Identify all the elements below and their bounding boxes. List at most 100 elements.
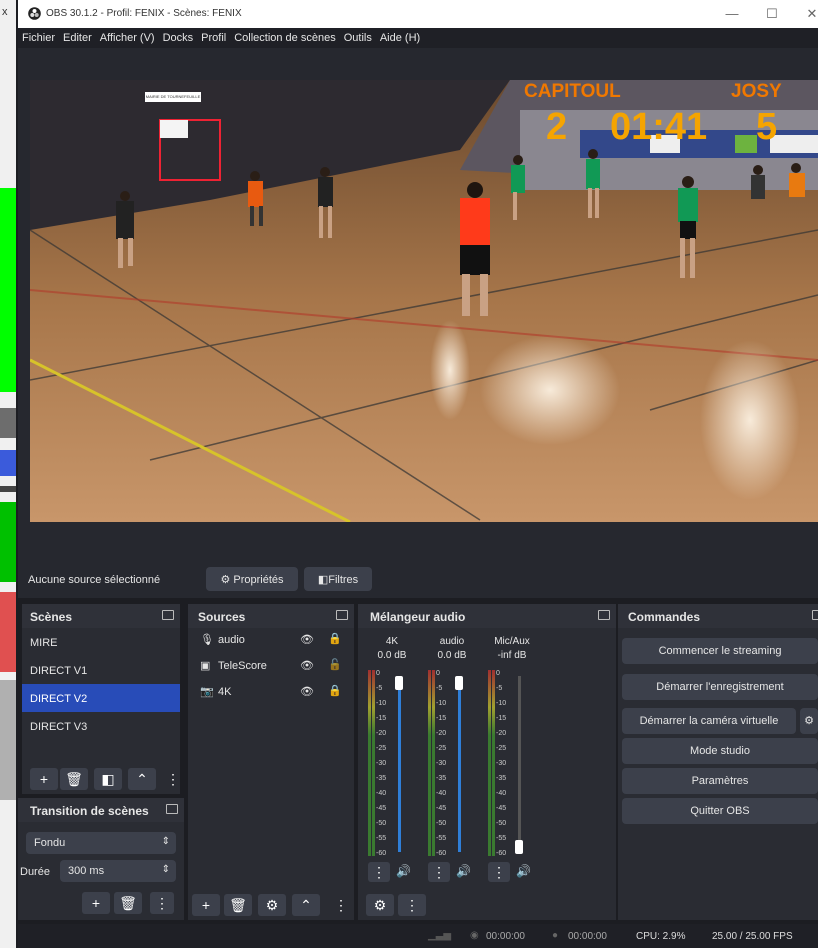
menu-file[interactable]: Fichier	[18, 29, 59, 44]
source-settings-button[interactable]: ⚙	[258, 894, 286, 916]
volume-slider-handle[interactable]	[515, 840, 523, 854]
meter-tick: -45	[436, 805, 447, 812]
channel-menu-button[interactable]: ⋮	[428, 862, 450, 882]
scene-item-mire[interactable]: MIRE	[22, 628, 180, 656]
menu-docks[interactable]: Docks	[159, 29, 198, 44]
settings-button[interactable]: Paramètres	[622, 768, 818, 794]
move-scene-up-button[interactable]: ⌃	[128, 768, 156, 790]
scene-item-direct-v2[interactable]: DIRECT V2	[22, 684, 180, 712]
meter-tick: -60	[436, 850, 447, 857]
undock-icon[interactable]	[812, 610, 818, 620]
unlock-icon[interactable]: 🔓	[328, 658, 342, 671]
scenes-dock-title: Scènes	[22, 604, 180, 628]
menu-help[interactable]: Aide (H)	[376, 29, 424, 44]
transition-more-button[interactable]: ⋮	[150, 892, 174, 914]
add-transition-button[interactable]: +	[82, 892, 110, 914]
meter-tick: 0	[436, 670, 440, 677]
volume-slider-track[interactable]	[398, 676, 401, 852]
maximize-button[interactable]: ☐	[758, 4, 786, 24]
meter-tick: -50	[496, 820, 507, 827]
color-block-red	[0, 592, 16, 672]
eye-icon[interactable]: 👁	[300, 685, 314, 698]
add-source-button[interactable]: +	[192, 894, 220, 916]
mixer-more-button[interactable]: ⋮	[398, 894, 426, 916]
undock-icon[interactable]	[166, 804, 178, 814]
level-meter	[492, 670, 495, 856]
transition-select[interactable]: Fondu ⇕	[26, 832, 176, 854]
remove-scene-button[interactable]: 🗑	[60, 768, 88, 790]
properties-button[interactable]: ⚙ Propriétés	[206, 567, 298, 591]
meter-tick: -35	[376, 775, 387, 782]
meter-tick: -30	[376, 760, 387, 767]
volume-slider-handle[interactable]	[395, 676, 403, 690]
lock-icon[interactable]: 🔒	[328, 632, 342, 645]
source-item-telescore[interactable]: ▣ TeleScore 👁 🔓	[188, 654, 354, 680]
minimize-button[interactable]: —	[718, 4, 746, 24]
volume-slider-track[interactable]	[518, 676, 521, 852]
exit-button[interactable]: Quitter OBS	[622, 798, 818, 824]
menu-tools[interactable]: Outils	[340, 29, 376, 44]
home-team-name: CAPITOUL	[524, 81, 621, 102]
scene-item-direct-v3[interactable]: DIRECT V3	[22, 712, 180, 740]
remove-source-button[interactable]: 🗑	[224, 894, 252, 916]
duration-input[interactable]: 300 ms ⇕	[60, 860, 176, 882]
filters-button[interactable]: ◧Filtres	[304, 567, 372, 591]
mixer-channel-mic-aux: Mic/Aux -inf dB 0 -5 -10 -15 -20 -25 -30 -35 -40 -4…	[488, 632, 548, 892]
channel-name: 4K	[385, 636, 399, 647]
source-toolbar: Aucune source sélectionné ⚙ Propriétés ◧…	[18, 564, 818, 598]
away-score: 5	[756, 106, 778, 148]
scene-filters-button[interactable]: ◧	[94, 768, 122, 790]
close-button[interactable]: ✕	[798, 4, 818, 24]
scene-item-direct-v1[interactable]: DIRECT V1	[22, 656, 180, 684]
properties-label: Propriétés	[233, 574, 284, 586]
preview-video[interactable]: CAPITOUL JOSY 2 01:41 5 MAIRIE DE TOURNE…	[30, 80, 818, 522]
start-streaming-button[interactable]: Commencer le streaming	[622, 638, 818, 664]
color-block-green-2	[0, 502, 16, 582]
channel-menu-button[interactable]: ⋮	[368, 862, 390, 882]
studio-mode-button[interactable]: Mode studio	[622, 738, 818, 764]
meter-tick: -25	[376, 745, 387, 752]
meter-tick: 0	[376, 670, 380, 677]
title-bar: OBS 30.1.2 - Profil: FENIX - Scènes: FEN…	[18, 0, 818, 28]
duration-value: 300 ms	[68, 865, 105, 877]
lock-icon[interactable]: 🔒	[328, 684, 342, 697]
background-window: x	[0, 0, 16, 948]
menu-view[interactable]: Afficher (V)	[96, 29, 159, 44]
menu-scene-collection[interactable]: Collection de scènes	[230, 29, 340, 44]
mixer-dock-title: Mélangeur audio	[358, 604, 616, 628]
filters-label: Filtres	[328, 574, 359, 586]
undock-icon[interactable]	[598, 610, 610, 620]
stepper-icon[interactable]: ⇕	[162, 864, 170, 875]
color-block-green	[0, 188, 16, 392]
source-item-audio[interactable]: 🎙 audio 👁 🔒	[188, 628, 354, 654]
source-item-4k[interactable]: 📷 4K 👁 🔒	[188, 680, 354, 706]
volume-slider-handle[interactable]	[455, 676, 463, 690]
scene-more-button[interactable]: ⋮	[166, 768, 180, 790]
channel-menu-button[interactable]: ⋮	[488, 862, 510, 882]
speaker-icon[interactable]: 🔊	[516, 864, 531, 878]
meter-tick: -30	[436, 760, 447, 767]
menu-profile[interactable]: Profil	[197, 29, 230, 44]
color-block-dark	[0, 486, 16, 492]
remove-transition-button[interactable]: 🗑	[114, 892, 142, 914]
speaker-icon[interactable]: 🔊	[396, 864, 411, 878]
start-recording-button[interactable]: Démarrer l'enregistrement	[622, 674, 818, 700]
eye-icon[interactable]: 👁	[300, 659, 314, 672]
speaker-icon[interactable]: 🔊	[456, 864, 471, 878]
level-meter	[372, 670, 375, 856]
color-block-light-grey	[0, 680, 16, 800]
virtual-camera-settings-button[interactable]: ⚙	[800, 708, 818, 734]
start-virtual-camera-button[interactable]: Démarrer la caméra virtuelle	[622, 708, 796, 734]
volume-slider-track[interactable]	[458, 676, 461, 852]
source-more-button[interactable]: ⋮	[334, 894, 348, 916]
mixer-settings-button[interactable]: ⚙	[366, 894, 394, 916]
meter-tick: -45	[376, 805, 387, 812]
background-close-icon[interactable]: x	[2, 6, 8, 18]
move-source-up-button[interactable]: ⌃	[292, 894, 320, 916]
eye-icon[interactable]: 👁	[300, 633, 314, 646]
undock-icon[interactable]	[162, 610, 174, 620]
undock-icon[interactable]	[336, 610, 348, 620]
add-scene-button[interactable]: +	[30, 768, 58, 790]
menu-edit[interactable]: Editer	[59, 29, 96, 44]
select-arrows-icon: ⇕	[161, 836, 170, 847]
